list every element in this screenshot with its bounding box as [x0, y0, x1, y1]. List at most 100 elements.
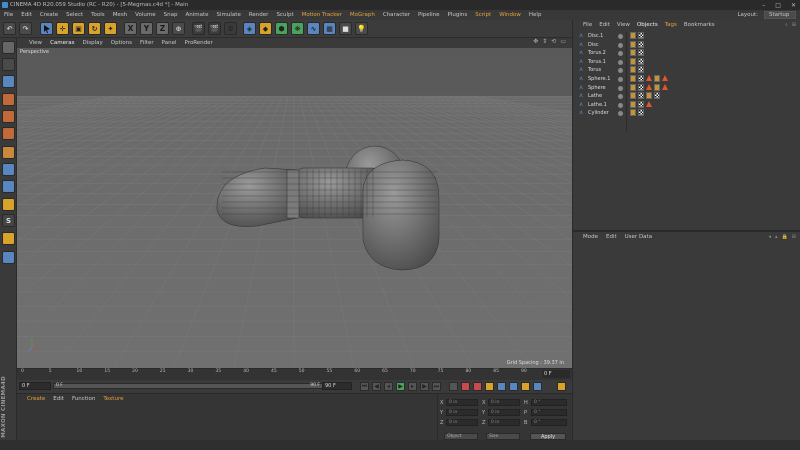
- menu-script[interactable]: Script: [475, 12, 491, 18]
- soft-selection-icon[interactable]: S: [2, 214, 15, 227]
- menu-pipeline[interactable]: Pipeline: [418, 12, 440, 18]
- playback-range-slider[interactable]: 0 F 90 F: [53, 383, 323, 389]
- warning-icon[interactable]: [662, 74, 668, 81]
- camera-icon[interactable]: ■: [339, 22, 352, 35]
- menu-plugins[interactable]: Plugins: [448, 12, 468, 18]
- menu-mograph[interactable]: MoGraph: [350, 12, 375, 18]
- workplane-icon[interactable]: [2, 75, 15, 88]
- checker-tag-icon[interactable]: [638, 32, 644, 39]
- floor-icon[interactable]: ▦: [323, 22, 336, 35]
- menu-tools[interactable]: Tools: [91, 12, 105, 18]
- tweak-mode-icon[interactable]: [2, 163, 15, 176]
- menu-edit[interactable]: Edit: [21, 12, 32, 18]
- object-menu-edit[interactable]: Edit: [599, 22, 610, 28]
- menu-create[interactable]: Create: [40, 12, 58, 18]
- visibility-dot-icon[interactable]: [618, 111, 623, 117]
- prev-key-icon[interactable]: ◀: [372, 382, 381, 391]
- rot-b-field[interactable]: 0 °: [531, 419, 567, 426]
- menu-volume[interactable]: Volume: [135, 12, 155, 18]
- move-view-icon[interactable]: ✥: [533, 38, 538, 45]
- autokey-icon[interactable]: [461, 382, 470, 391]
- start-frame-field[interactable]: 0 F: [19, 382, 51, 390]
- texture-mode-icon[interactable]: [2, 58, 15, 71]
- deformer-icon[interactable]: ❋: [291, 22, 304, 35]
- edges-mode-icon[interactable]: [2, 110, 15, 123]
- object-name[interactable]: Lathe: [588, 92, 602, 100]
- next-key-icon[interactable]: ▶: [420, 382, 429, 391]
- live-selection-icon[interactable]: [40, 22, 53, 35]
- object-menu-view[interactable]: View: [617, 22, 630, 28]
- object-row[interactable]: ⋏ Lathe.1: [573, 100, 800, 110]
- visibility-dot-icon[interactable]: [618, 42, 623, 48]
- viewport-solo-icon[interactable]: [2, 180, 15, 193]
- recent-tools-icon[interactable]: ✦: [104, 22, 117, 35]
- rotate-icon[interactable]: ↻: [88, 22, 101, 35]
- attr-lock-icon[interactable]: 🔒: [782, 234, 788, 240]
- timeline-ruler[interactable]: 0 F 0 5 10 15 20 25 30 35 40 45 50 55 60 65 70 75 80 85 90: [17, 368, 572, 380]
- object-row[interactable]: ⋏ Cylinder: [573, 109, 800, 118]
- prev-frame-icon[interactable]: ◂: [384, 382, 393, 391]
- model-mode-icon[interactable]: [2, 41, 15, 54]
- move-icon[interactable]: ✛: [56, 22, 69, 35]
- checker-tag-icon[interactable]: [638, 92, 644, 100]
- current-frame-field[interactable]: 0 F: [542, 370, 570, 378]
- material-menu-create[interactable]: Create: [27, 396, 45, 402]
- checker-tag-icon[interactable]: [638, 109, 644, 117]
- point-level-animation-icon[interactable]: [533, 382, 542, 391]
- visibility-dot-icon[interactable]: [618, 68, 623, 74]
- material-tag-icon[interactable]: [630, 49, 636, 57]
- material-menu-texture[interactable]: Texture: [103, 396, 123, 402]
- checker-tag-icon[interactable]: [654, 92, 660, 100]
- rotation-track-icon[interactable]: [509, 382, 518, 391]
- size-mode-dropdown[interactable]: Size: [486, 433, 520, 440]
- visibility-dot-icon[interactable]: [618, 59, 623, 65]
- keyframe-selection-icon[interactable]: [473, 382, 482, 391]
- locked-workplane-icon[interactable]: [2, 232, 15, 245]
- visibility-dot-icon[interactable]: [618, 34, 623, 39]
- object-name[interactable]: Torus.1: [588, 58, 606, 66]
- maximize-view-icon[interactable]: ▭: [560, 38, 566, 45]
- timeline-menu-icon[interactable]: [557, 382, 566, 391]
- object-name[interactable]: Torus: [588, 66, 601, 74]
- object-name[interactable]: Lathe.1: [588, 101, 607, 109]
- checker-tag-icon[interactable]: [638, 49, 644, 57]
- menu-help[interactable]: Help: [529, 12, 542, 18]
- menu-mesh[interactable]: Mesh: [113, 12, 127, 18]
- render-view-icon[interactable]: 🎬: [192, 22, 205, 35]
- material-menu-function[interactable]: Function: [72, 396, 95, 402]
- apply-button[interactable]: Apply: [530, 433, 566, 440]
- object-name[interactable]: Disc: [588, 41, 599, 49]
- object-row[interactable]: ⋏ Torus.1: [573, 57, 800, 67]
- x-axis-lock-button[interactable]: X: [124, 22, 137, 35]
- viewport-menu-options[interactable]: Options: [111, 40, 132, 46]
- viewport-menu-prorender[interactable]: ProRender: [185, 40, 213, 46]
- visibility-dot-icon[interactable]: [618, 94, 623, 100]
- coordinate-system-icon[interactable]: ⊕: [172, 22, 185, 35]
- y-axis-lock-button[interactable]: Y: [140, 22, 153, 35]
- object-row[interactable]: ⋏ Torus: [573, 66, 800, 75]
- attribute-menu-mode[interactable]: Mode: [583, 234, 598, 240]
- rot-h-field[interactable]: 0 °: [531, 399, 567, 406]
- size-z-field[interactable]: 0 in: [488, 419, 520, 426]
- material-menu-edit[interactable]: Edit: [53, 396, 64, 402]
- attr-nav-up-icon[interactable]: ▴: [775, 234, 778, 240]
- warning-icon[interactable]: [646, 74, 652, 81]
- rot-p-field[interactable]: 0 °: [531, 409, 567, 416]
- material-tag-icon[interactable]: [630, 57, 636, 65]
- object-row[interactable]: ⋏ Torus.2: [573, 49, 800, 58]
- size-y-field[interactable]: 0 in: [488, 409, 520, 416]
- material-tag-icon[interactable]: [654, 74, 660, 82]
- material-tag-icon[interactable]: [630, 100, 636, 108]
- checker-tag-icon[interactable]: [638, 100, 644, 108]
- attribute-menu-user-data[interactable]: User Data: [625, 234, 652, 240]
- material-tag-icon[interactable]: [646, 92, 652, 100]
- checker-tag-icon[interactable]: [638, 57, 644, 65]
- material-tag-icon[interactable]: [630, 109, 636, 117]
- layout-dropdown[interactable]: Startup: [764, 11, 796, 19]
- material-tag-icon[interactable]: [630, 83, 636, 91]
- material-tag-icon[interactable]: [630, 92, 636, 100]
- material-tag-icon[interactable]: [630, 74, 636, 82]
- play-icon[interactable]: ▶: [396, 382, 405, 391]
- object-menu-bookmarks[interactable]: Bookmarks: [684, 22, 715, 28]
- size-x-field[interactable]: 0 in: [488, 399, 520, 406]
